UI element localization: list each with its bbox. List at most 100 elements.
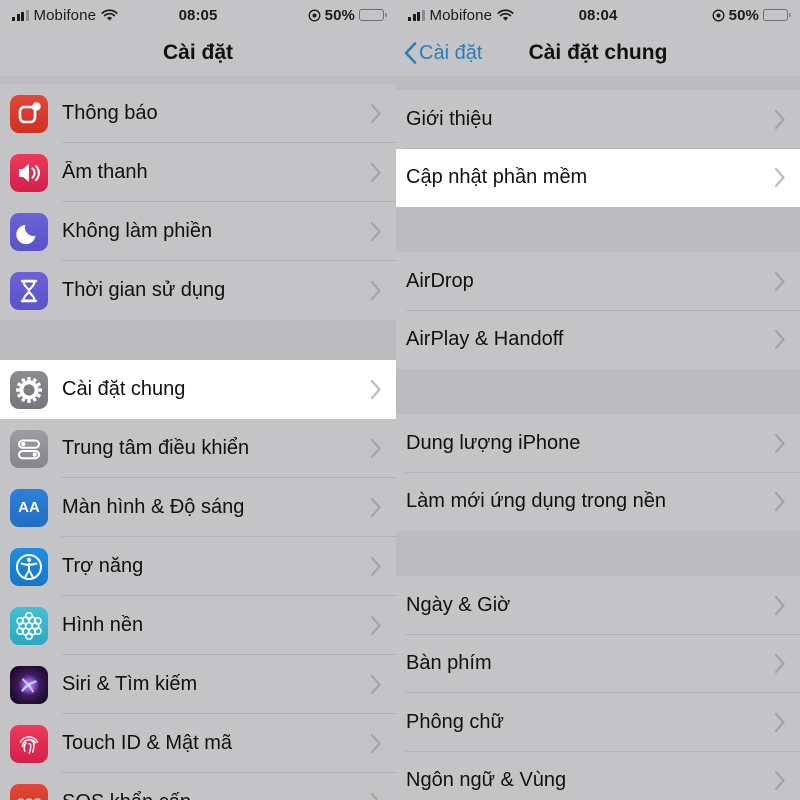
- left-settings-screen: Mobifone 08:05 50% Cài đặt Thông báo Âm …: [0, 0, 396, 800]
- wifi-icon: [101, 8, 118, 21]
- left-status-bar: Mobifone 08:05 50%: [0, 0, 396, 30]
- chevron-right-icon: [370, 674, 381, 695]
- chevron-right-icon: [370, 497, 381, 518]
- page-title: Cài đặt chung: [528, 41, 668, 64]
- settings-row-do-not-disturb[interactable]: Không làm phiền: [0, 202, 396, 261]
- section-gap: [0, 76, 396, 84]
- chevron-right-icon: [774, 168, 785, 188]
- settings-row-airdrop[interactable]: AirDrop: [396, 252, 800, 311]
- settings-row-dung-l-ng-iphone[interactable]: Dung lượng iPhone: [396, 414, 800, 473]
- settings-row-siri[interactable]: Siri & Tìm kiếm: [0, 655, 396, 714]
- location-services-icon: [308, 9, 321, 21]
- chevron-right-icon: [774, 109, 785, 129]
- back-button-label: Cài đặt: [419, 41, 483, 64]
- settings-row-control-center[interactable]: Trung tâm điều khiển: [0, 419, 396, 478]
- left-nav-bar: Cài đặt: [0, 30, 396, 76]
- chevron-right-icon: [370, 438, 381, 459]
- touch-id-icon: [10, 724, 48, 763]
- control-center-icon: [10, 429, 48, 468]
- settings-row-sos[interactable]: SOS SOS khẩn cấp: [0, 773, 396, 800]
- location-services-icon: [712, 9, 725, 21]
- chevron-right-icon: [370, 162, 381, 183]
- chevron-right-icon: [774, 712, 785, 732]
- settings-row-gear[interactable]: Cài đặt chung: [0, 360, 396, 419]
- settings-row-label: Âm thanh: [62, 161, 148, 183]
- chevron-right-icon: [370, 733, 381, 754]
- section-gap: [396, 76, 800, 90]
- settings-row-label: Cài đặt chung: [62, 378, 186, 400]
- settings-row-label: Giới thiệu: [406, 107, 493, 130]
- chevron-right-icon: [774, 433, 785, 453]
- section-gap: [0, 320, 396, 360]
- notifications-icon: [10, 94, 48, 133]
- battery-percent-label: 50%: [728, 6, 759, 24]
- settings-row-label: Touch ID & Mật mã: [62, 732, 233, 754]
- carrier-label: Mobifone: [429, 6, 493, 24]
- settings-row-accessibility[interactable]: Trợ năng: [0, 537, 396, 596]
- section-gap: [396, 369, 800, 414]
- settings-row-label: Thời gian sử dụng: [62, 279, 226, 301]
- accessibility-icon: [10, 547, 48, 586]
- settings-row-label: Siri & Tìm kiếm: [62, 673, 198, 695]
- chevron-right-icon: [370, 103, 381, 124]
- settings-row-gi-i-thi-u[interactable]: Giới thiệu: [396, 90, 800, 149]
- chevron-right-icon: [370, 280, 381, 301]
- chevron-right-icon: [370, 221, 381, 242]
- wifi-icon: [497, 8, 514, 21]
- settings-row-label: Trợ năng: [62, 555, 144, 577]
- settings-row-label: Trung tâm điều khiển: [62, 437, 250, 459]
- right-settings-screen: Mobifone 08:04 50% Cài đặt Cài đặt chung…: [396, 0, 800, 800]
- settings-row-label: Làm mới ứng dụng trong nền: [406, 490, 666, 513]
- settings-row-wallpaper[interactable]: Hình nền: [0, 596, 396, 655]
- status-time: 08:04: [578, 6, 618, 24]
- status-time: 08:05: [178, 6, 218, 24]
- right-status-bar: Mobifone 08:04 50%: [396, 0, 800, 30]
- settings-row-label: Không làm phiền: [62, 220, 213, 242]
- left-settings-list: Thông báo Âm thanh Không làm phiền Thời gia…: [0, 76, 396, 800]
- settings-row-b-n-ph-m[interactable]: Bàn phím: [396, 634, 800, 693]
- dual-screenshot-comparison: Mobifone 08:05 50% Cài đặt Thông báo Âm …: [0, 0, 800, 800]
- chevron-right-icon: [370, 792, 379, 800]
- wallpaper-icon: [10, 606, 48, 645]
- settings-row-label: AirDrop: [406, 269, 474, 292]
- settings-row-label: Phông chữ: [406, 710, 504, 733]
- sos-icon: SOS: [10, 783, 48, 800]
- settings-row-touch-id[interactable]: Touch ID & Mật mã: [0, 714, 396, 773]
- section-gap: [396, 207, 800, 252]
- right-nav-bar: Cài đặt Cài đặt chung: [396, 30, 800, 76]
- chevron-right-icon: [370, 615, 381, 636]
- settings-row-ph-ng-ch[interactable]: Phông chữ: [396, 693, 800, 752]
- settings-row-notifications[interactable]: Thông báo: [0, 84, 396, 143]
- right-settings-list: Giới thiệu Cập nhật phần mềm AirDrop AirPla…: [396, 76, 800, 800]
- settings-row-label: Hình nền: [62, 614, 144, 636]
- display-icon: AA: [10, 488, 48, 527]
- settings-row-label: SOS khẩn cấp: [62, 791, 370, 800]
- settings-row-ng-n-ng-v-ng[interactable]: Ngôn ngữ & Vùng: [396, 751, 800, 800]
- settings-row-c-p-nh-t-ph-n-m-m[interactable]: Cập nhật phần mềm: [396, 148, 800, 207]
- sounds-icon: [10, 153, 48, 192]
- do-not-disturb-icon: [10, 212, 48, 251]
- settings-row-airplay-handoff[interactable]: AirPlay & Handoff: [396, 310, 800, 369]
- carrier-label: Mobifone: [33, 6, 97, 24]
- chevron-right-icon: [774, 330, 785, 350]
- settings-row-display[interactable]: AA Màn hình & Độ sáng: [0, 478, 396, 537]
- signal-bars-icon: [12, 9, 29, 21]
- settings-row-sounds[interactable]: Âm thanh: [0, 143, 396, 202]
- settings-row-screen-time[interactable]: Thời gian sử dụng: [0, 261, 396, 320]
- battery-percent-label: 50%: [324, 6, 355, 24]
- chevron-right-icon: [774, 595, 785, 615]
- settings-row-label: AirPlay & Handoff: [406, 328, 564, 351]
- settings-row-ng-y-gi[interactable]: Ngày & Giờ: [396, 576, 800, 635]
- settings-row-l-m-m-i-ng-d-ng-trong-n-n[interactable]: Làm mới ứng dụng trong nền: [396, 472, 800, 531]
- chevron-right-icon: [370, 379, 381, 400]
- back-button[interactable]: Cài đặt: [404, 30, 482, 76]
- page-title: Cài đặt: [162, 41, 233, 64]
- settings-row-label: Dung lượng iPhone: [406, 431, 581, 454]
- settings-row-label: Bàn phím: [406, 652, 492, 675]
- chevron-right-icon: [774, 771, 785, 791]
- chevron-right-icon: [774, 654, 785, 674]
- settings-row-label: Thông báo: [62, 102, 158, 124]
- settings-row-label: Ngôn ngữ & Vùng: [406, 769, 567, 792]
- chevron-right-icon: [774, 271, 785, 291]
- chevron-left-icon: [404, 42, 417, 64]
